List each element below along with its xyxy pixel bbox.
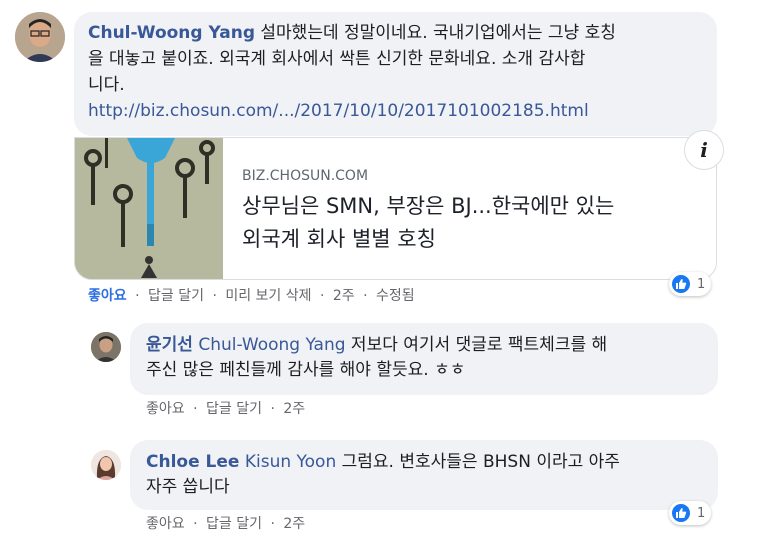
link-preview-card[interactable]: BIZ.CHOSUN.COM 상무님은 SMN, 부장은 BJ...한국에만 있… [74,137,717,280]
comment-text: Chul-Woong Yang 설마했는데 정말이네요. 국내기업에서는 그냥 … [88,20,708,124]
preview-title: 상무님은 SMN, 부장은 BJ...한국에만 있는 외국계 회사 별별 호칭 [242,194,615,251]
comment-text-line: 니다. [88,75,125,95]
preview-domain: BIZ.CHOSUN.COM [242,168,369,184]
separator: · [363,288,368,304]
reply-text: Chloe Lee Kisun Yoon 그럼요. 변호사들은 BHSN 이라고… [146,450,620,500]
avatar[interactable] [91,450,121,480]
separator: · [193,401,198,417]
separator: · [270,401,275,417]
separator: · [193,516,198,532]
separator: · [135,288,140,304]
separator: · [212,288,217,304]
reaction-count: 1 [697,505,706,521]
comment-text-line: 설마했는데 정말이네요. 국내기업에서는 그냥 호칭 [260,23,616,43]
reply-text-line: 그럼요. 변호사들은 BHSN 이라고 아주 [336,452,620,472]
reply-actions: 좋아요 · 답글 달기 · 2주 [146,398,305,418]
reply-button[interactable]: 답글 달기 [206,401,262,417]
tagged-user[interactable]: Kisun Yoon [245,452,336,472]
reaction-count: 1 [697,276,706,292]
comment-text-line: 을 대놓고 붙이죠. 외국계 회사에서 싹튼 신기한 문화네요. 소개 감사합 [88,49,586,69]
reply-actions: 좋아요 · 답글 달기 · 2주 [146,513,305,533]
avatar[interactable] [91,332,121,362]
separator: · [270,516,275,532]
like-button[interactable]: 좋아요 [88,288,127,304]
reply-button[interactable]: 답글 달기 [206,516,262,532]
timestamp[interactable]: 2주 [283,516,305,532]
info-icon[interactable]: i [684,130,724,170]
reaction-summary[interactable]: 1 [669,501,712,525]
tagged-user[interactable]: Chul-Woong Yang [198,335,345,355]
avatar[interactable] [15,12,65,62]
reaction-summary[interactable]: 1 [669,272,712,296]
thumbs-up-icon [670,273,692,295]
separator: · [319,288,325,304]
thumbs-up-icon [670,502,692,524]
reply-author[interactable]: 윤기선 [146,335,193,355]
reply-author[interactable]: Chloe Lee [146,452,239,472]
reply-text: 윤기선 Chul-Woong Yang 저보다 여기서 댓글로 팩트체크를 해 … [146,333,607,383]
reply-text-line: 저보다 여기서 댓글로 팩트체크를 해 [345,335,608,355]
timestamp[interactable]: 2주 [333,288,355,304]
like-button[interactable]: 좋아요 [146,401,185,417]
reply-button[interactable]: 답글 달기 [148,288,204,304]
comment-link[interactable]: http://biz.chosun.com/.../2017/10/10/201… [88,98,708,124]
remove-preview-button[interactable]: 미리 보기 삭제 [225,288,311,304]
comment-actions: 좋아요 · 답글 달기 · 미리 보기 삭제 · 2주 · 수정됨 [88,285,415,305]
timestamp[interactable]: 2주 [283,401,305,417]
preview-image [75,138,223,279]
edited-label[interactable]: 수정됨 [376,288,415,304]
reply-text-line: 주신 많은 페친들께 감사를 해야 할듯요. ㅎㅎ [146,360,466,380]
reply-text-line: 자주 씁니다 [146,477,230,497]
comment-author[interactable]: Chul-Woong Yang [88,23,255,43]
like-button[interactable]: 좋아요 [146,516,185,532]
